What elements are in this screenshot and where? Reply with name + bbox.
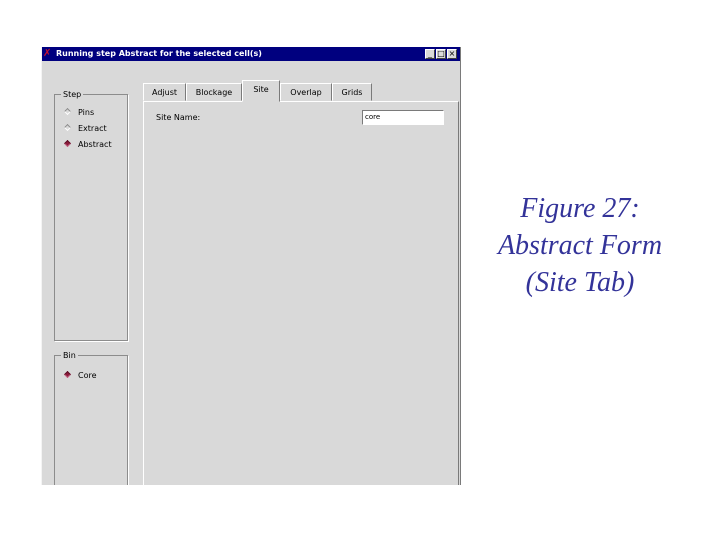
caption-line-2: Abstract Form xyxy=(497,230,663,261)
figure-caption: Figure 27: Abstract Form (Site Tab) xyxy=(470,190,690,301)
step-radio-extract[interactable]: Extract xyxy=(63,123,107,135)
tab-blockage[interactable]: Blockage xyxy=(186,83,242,101)
app-icon[interactable]: ✗ xyxy=(43,49,52,59)
close-button[interactable]: × xyxy=(447,49,457,59)
radio-indicator-icon xyxy=(63,107,72,116)
radio-label: Extract xyxy=(78,124,107,133)
bin-group: Bin Core xyxy=(54,350,128,485)
step-group-label: Step xyxy=(61,89,84,100)
step-group: Step Pins Extract Abstract xyxy=(54,89,128,341)
site-name-input[interactable]: core xyxy=(362,110,444,125)
tab-site[interactable]: Site xyxy=(242,80,280,102)
radio-label: Core xyxy=(78,371,97,380)
radio-selected-icon xyxy=(63,139,72,148)
maximize-button[interactable]: □ xyxy=(436,49,446,59)
site-tab-panel: Site Name: core xyxy=(143,101,459,485)
tab-grids[interactable]: Grids xyxy=(332,83,372,101)
radio-label: Abstract xyxy=(78,140,112,149)
radio-selected-icon xyxy=(63,370,72,379)
caption-line-3: (Site Tab) xyxy=(525,267,635,298)
step-radio-pins[interactable]: Pins xyxy=(63,107,95,119)
abstract-form-window: ✗ Running step Abstract for the selected… xyxy=(41,47,461,485)
minimize-button[interactable]: _ xyxy=(425,49,435,59)
bin-group-label: Bin xyxy=(61,350,78,361)
site-name-label: Site Name: xyxy=(156,113,201,122)
step-radio-abstract[interactable]: Abstract xyxy=(63,139,112,151)
radio-indicator-icon xyxy=(63,123,72,132)
tab-adjust[interactable]: Adjust xyxy=(143,83,186,101)
bin-radio-core[interactable]: Core xyxy=(63,370,97,382)
tab-overlap[interactable]: Overlap xyxy=(280,83,332,101)
caption-line-1: Figure 27: xyxy=(520,193,640,224)
window-title: Running step Abstract for the selected c… xyxy=(56,49,262,58)
radio-label: Pins xyxy=(78,108,95,117)
title-bar[interactable]: ✗ Running step Abstract for the selected… xyxy=(42,47,460,61)
